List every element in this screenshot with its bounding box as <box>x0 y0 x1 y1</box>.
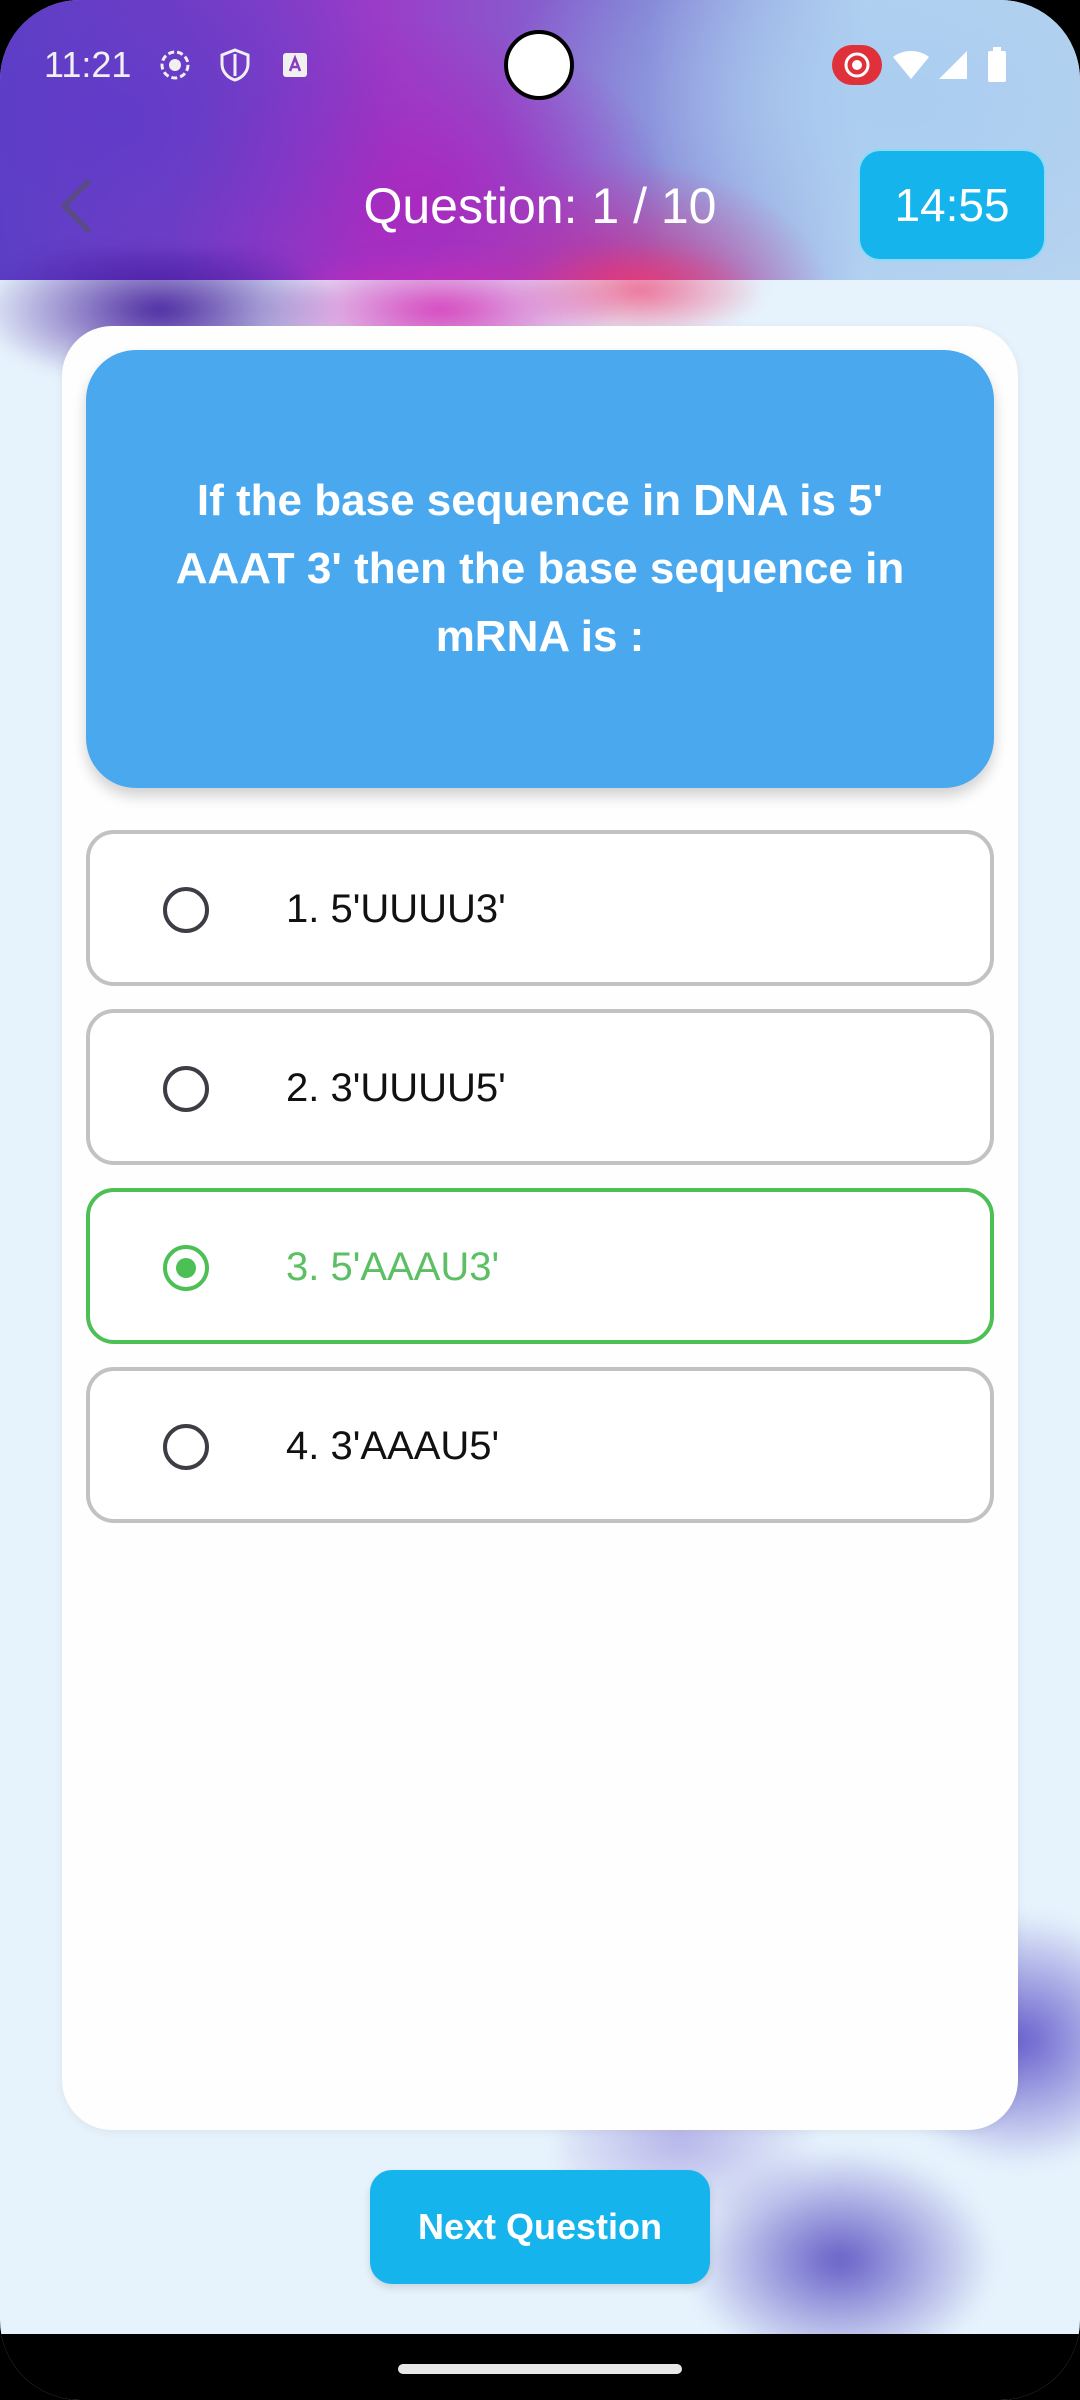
radio-button[interactable] <box>163 887 209 933</box>
keyboard-a-icon <box>278 48 312 82</box>
next-question-button[interactable]: Next Question <box>370 2170 710 2284</box>
home-indicator[interactable] <box>398 2364 682 2374</box>
option-label: 2. 3'UUUU5' <box>286 1066 506 1110</box>
screen-record-icon <box>158 48 192 82</box>
question-text: If the base sequence in DNA is 5' AAAT 3… <box>175 476 905 661</box>
camera-cutout <box>504 30 574 100</box>
status-time: 11:21 <box>44 44 132 85</box>
option-2[interactable]: 2. 3'UUUU5' <box>86 1009 994 1165</box>
option-4[interactable]: 4. 3'AAAU5' <box>86 1367 994 1523</box>
status-bar: 11:21 <box>0 0 1080 130</box>
option-label: 1. 5'UUUU3' <box>286 887 506 931</box>
radio-button[interactable] <box>163 1424 209 1470</box>
wifi-icon <box>890 48 932 82</box>
option-label: 3. 5'AAAU3' <box>286 1245 500 1289</box>
radio-button-selected[interactable] <box>163 1245 209 1291</box>
option-1[interactable]: 1. 5'UUUU3' <box>86 830 994 986</box>
radio-button[interactable] <box>163 1066 209 1112</box>
header: Question: 1 / 10 14:55 <box>0 140 1080 270</box>
countdown-timer: 14:55 <box>858 149 1046 261</box>
option-3[interactable]: 3. 5'AAAU3' <box>86 1188 994 1344</box>
battery-icon <box>980 47 1014 82</box>
cast-record-icon <box>832 44 882 86</box>
question-card: If the base sequence in DNA is 5' AAAT 3… <box>62 326 1018 2130</box>
radio-dot <box>176 1258 196 1278</box>
option-label: 4. 3'AAAU5' <box>286 1424 500 1468</box>
question-box: If the base sequence in DNA is 5' AAAT 3… <box>86 350 994 788</box>
screen: 11:21 Question: 1 / 10 14:55 If the base… <box>0 0 1080 2400</box>
chevron-left-icon[interactable] <box>52 176 104 236</box>
navigation-bar <box>0 2334 1080 2400</box>
shield-icon <box>218 48 252 82</box>
page-title: Question: 1 / 10 <box>363 178 717 234</box>
signal-icon <box>936 48 970 82</box>
